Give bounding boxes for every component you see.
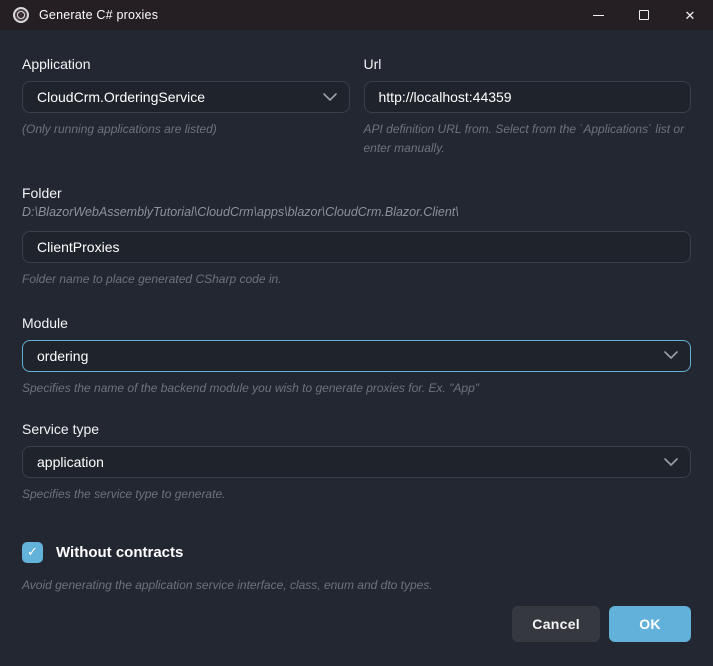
- titlebar: Generate C# proxies ✕: [0, 0, 713, 30]
- chevron-down-icon: [323, 93, 337, 102]
- without-contracts-row: ✓ Without contracts: [22, 542, 691, 563]
- without-contracts-label[interactable]: Without contracts: [56, 544, 183, 561]
- service-type-label: Service type: [22, 421, 691, 437]
- url-input[interactable]: http://localhost:44359: [364, 81, 692, 113]
- module-combobox-value: ordering: [37, 348, 664, 364]
- minimize-icon: [593, 15, 604, 16]
- ok-button[interactable]: OK: [609, 606, 691, 642]
- window-controls: ✕: [575, 0, 713, 30]
- without-contracts-group: ✓ Without contracts Avoid generating the…: [22, 528, 691, 595]
- url-input-value: http://localhost:44359: [379, 89, 679, 105]
- service-type-combobox-value: application: [37, 454, 664, 470]
- maximize-icon: [639, 10, 649, 20]
- window-title: Generate C# proxies: [39, 8, 158, 22]
- maximize-button[interactable]: [621, 0, 667, 30]
- close-icon: ✕: [685, 9, 696, 22]
- module-combobox[interactable]: ordering: [22, 340, 691, 372]
- application-url-row: Application CloudCrm.OrderingService (On…: [22, 56, 691, 157]
- url-field-group: Url http://localhost:44359 API definitio…: [364, 56, 692, 157]
- cancel-button[interactable]: Cancel: [512, 606, 600, 642]
- folder-label: Folder: [22, 185, 691, 201]
- url-helper: API definition URL from. Select from the…: [364, 120, 692, 157]
- generate-proxies-dialog: Generate C# proxies ✕ Application CloudC…: [0, 0, 713, 666]
- chevron-down-icon: [664, 458, 678, 467]
- without-contracts-checkbox[interactable]: ✓: [22, 542, 43, 563]
- module-field-group: Module ordering Specifies the name of th…: [22, 315, 691, 398]
- folder-field-group: Folder D:\BlazorWebAssemblyTutorial\Clou…: [22, 185, 691, 289]
- application-field-group: Application CloudCrm.OrderingService (On…: [22, 56, 350, 157]
- chevron-down-icon: [664, 351, 678, 360]
- application-label: Application: [22, 56, 350, 72]
- module-label: Module: [22, 315, 691, 331]
- without-contracts-helper: Avoid generating the application service…: [22, 576, 691, 595]
- module-helper: Specifies the name of the backend module…: [22, 379, 691, 398]
- application-helper: (Only running applications are listed): [22, 120, 350, 139]
- folder-input[interactable]: ClientProxies: [22, 231, 691, 263]
- folder-helper: Folder name to place generated CSharp co…: [22, 270, 691, 289]
- close-button[interactable]: ✕: [667, 0, 713, 30]
- folder-input-value: ClientProxies: [37, 239, 678, 255]
- folder-path: D:\BlazorWebAssemblyTutorial\CloudCrm\ap…: [22, 205, 691, 219]
- dialog-body: Application CloudCrm.OrderingService (On…: [0, 30, 713, 666]
- check-icon: ✓: [27, 544, 38, 560]
- service-type-combobox[interactable]: application: [22, 446, 691, 478]
- application-select-value: CloudCrm.OrderingService: [37, 89, 323, 105]
- dialog-footer: Cancel OK: [22, 596, 691, 642]
- service-type-helper: Specifies the service type to generate.: [22, 485, 691, 504]
- service-type-field-group: Service type application Specifies the s…: [22, 421, 691, 504]
- url-label: Url: [364, 56, 692, 72]
- app-logo-icon: [13, 7, 29, 23]
- minimize-button[interactable]: [575, 0, 621, 30]
- application-select[interactable]: CloudCrm.OrderingService: [22, 81, 350, 113]
